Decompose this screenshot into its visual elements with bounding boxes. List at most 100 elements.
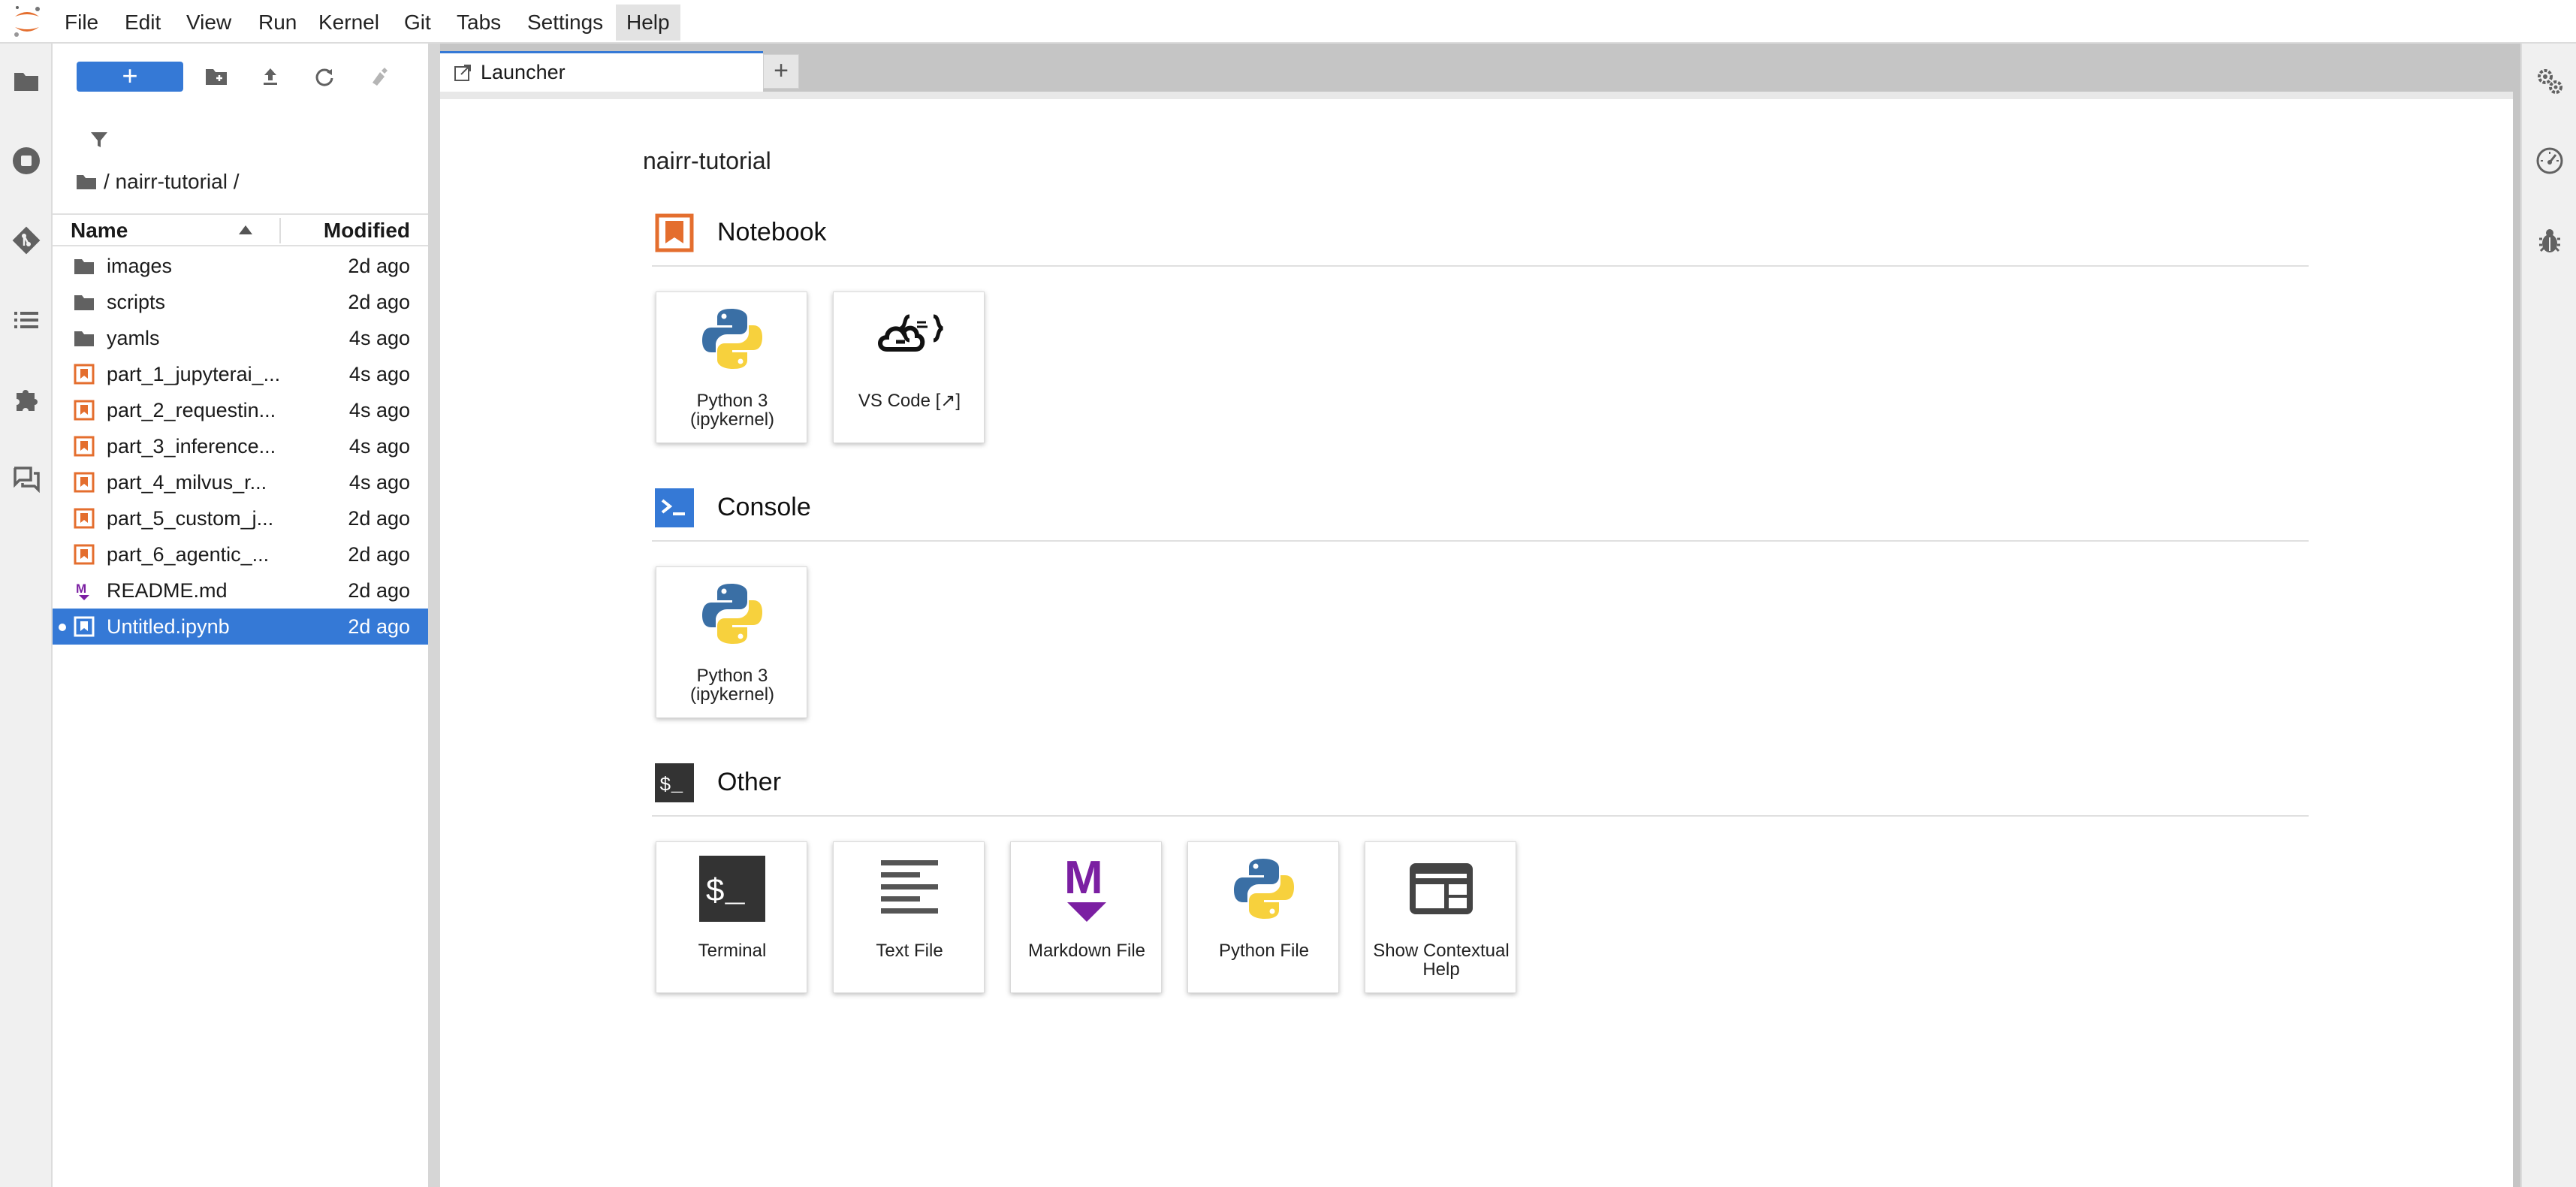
notebook-icon bbox=[74, 616, 95, 637]
file-modified: 4s ago bbox=[348, 471, 410, 494]
file-name: part_6_agentic_... bbox=[107, 543, 270, 566]
launcher-card-markdown-file[interactable]: M Markdown File bbox=[1010, 841, 1162, 993]
column-divider[interactable] bbox=[279, 218, 281, 243]
notebook-section-icon bbox=[655, 213, 694, 252]
console-section-icon bbox=[655, 488, 694, 527]
terminal-icon: $_ bbox=[695, 851, 770, 926]
folder-icon[interactable] bbox=[8, 63, 44, 99]
left-activity-bar bbox=[0, 44, 53, 1187]
card-label: Show Contextual Help bbox=[1373, 941, 1510, 980]
card-label: Text File bbox=[876, 941, 943, 961]
launcher-card-text-file[interactable]: Text File bbox=[833, 841, 985, 993]
svg-text:$_: $_ bbox=[705, 874, 745, 911]
python-icon bbox=[695, 576, 770, 651]
file-row[interactable]: part_6_agentic_... 2d ago bbox=[53, 536, 428, 572]
file-name: yamls bbox=[107, 327, 160, 349]
property-inspector-gears-icon[interactable] bbox=[2532, 63, 2568, 99]
file-name: part_4_milvus_r... bbox=[107, 471, 267, 494]
file-row[interactable]: scripts 2d ago bbox=[53, 284, 428, 320]
menu-settings[interactable]: Settings bbox=[517, 5, 614, 41]
markdown-icon: M bbox=[76, 581, 89, 600]
file-row[interactable]: images 2d ago bbox=[53, 248, 428, 284]
file-name: scripts bbox=[107, 291, 166, 313]
notebook-icon bbox=[74, 472, 95, 493]
file-row[interactable]: part_2_requestin... 4s ago bbox=[53, 392, 428, 428]
launcher-card-vscode[interactable]: VS Code [↗] bbox=[833, 291, 985, 443]
debugger-bug-icon[interactable] bbox=[2532, 222, 2568, 258]
column-name-header[interactable]: Name bbox=[71, 215, 128, 248]
file-modified: 4s ago bbox=[348, 435, 410, 458]
file-name: README.md bbox=[107, 579, 228, 602]
file-modified: 2d ago bbox=[348, 291, 410, 313]
file-name: part_5_custom_j... bbox=[107, 507, 274, 530]
git-icon[interactable] bbox=[8, 222, 44, 258]
launcher-card-contextual-help[interactable]: Show Contextual Help bbox=[1365, 841, 1516, 993]
menu-tabs[interactable]: Tabs bbox=[446, 5, 511, 41]
file-row[interactable]: yamls 4s ago bbox=[53, 320, 428, 356]
menu-git[interactable]: Git bbox=[394, 5, 442, 41]
menu-edit[interactable]: Edit bbox=[114, 5, 171, 41]
file-modified: 2d ago bbox=[348, 507, 410, 530]
launcher-icon bbox=[454, 65, 471, 81]
file-modified: 2d ago bbox=[348, 255, 410, 277]
new-launcher-button[interactable]: + bbox=[77, 62, 183, 92]
file-row-selected[interactable]: Untitled.ipynb 2d ago bbox=[53, 609, 428, 645]
column-modified-header[interactable]: Modified bbox=[324, 215, 410, 248]
file-modified: 2d ago bbox=[348, 615, 410, 638]
menu-help[interactable]: Help bbox=[616, 5, 680, 41]
section-title-other: Other bbox=[717, 768, 782, 796]
notebook-icon bbox=[74, 364, 95, 385]
launcher-card-terminal[interactable]: $_ Terminal bbox=[656, 841, 807, 993]
file-row[interactable]: part_5_custom_j... 2d ago bbox=[53, 500, 428, 536]
card-label: Python 3 (ipykernel) bbox=[689, 666, 775, 705]
file-name: part_2_requestin... bbox=[107, 399, 276, 421]
section-title-console: Console bbox=[717, 493, 811, 521]
file-list-header: Name Modified bbox=[53, 213, 428, 246]
running-stop-icon[interactable] bbox=[8, 143, 44, 179]
refresh-button[interactable] bbox=[308, 60, 341, 93]
tab-launcher[interactable]: Launcher bbox=[440, 51, 763, 92]
menu-bar: File Edit View Run Kernel Git Tabs Setti… bbox=[0, 0, 2576, 44]
new-folder-button[interactable] bbox=[200, 60, 233, 93]
breadcrumb[interactable]: / nairr-tutorial / bbox=[75, 167, 240, 197]
file-row[interactable]: part_1_jupyterai_... 4s ago bbox=[53, 356, 428, 392]
menu-view[interactable]: View bbox=[176, 5, 242, 41]
filter-icon[interactable] bbox=[83, 123, 116, 156]
file-name: part_1_jupyterai_... bbox=[107, 363, 281, 385]
file-row[interactable]: M README.md 2d ago bbox=[53, 572, 428, 609]
panel-resize-handle[interactable] bbox=[428, 44, 440, 1187]
launcher-card-python3-notebook[interactable]: Python 3 (ipykernel) bbox=[656, 291, 807, 443]
chat-icon[interactable] bbox=[8, 461, 44, 497]
section-title-notebook: Notebook bbox=[717, 218, 827, 246]
table-of-contents-icon[interactable] bbox=[8, 302, 44, 338]
resource-usage-gauge-icon[interactable] bbox=[2532, 143, 2568, 179]
menu-file[interactable]: File bbox=[54, 5, 109, 41]
file-modified: 4s ago bbox=[348, 399, 410, 421]
svg-text:$_: $_ bbox=[659, 774, 683, 796]
launcher-card-python3-console[interactable]: Python 3 (ipykernel) bbox=[656, 566, 807, 718]
add-tab-button[interactable]: + bbox=[763, 54, 799, 89]
clear-filter-button[interactable] bbox=[362, 60, 395, 93]
file-modified: 4s ago bbox=[348, 327, 410, 349]
menu-run[interactable]: Run bbox=[248, 5, 307, 41]
extension-icon[interactable] bbox=[8, 382, 44, 418]
breadcrumb-path[interactable]: / nairr-tutorial / bbox=[104, 167, 240, 197]
section-divider bbox=[652, 540, 2309, 542]
folder-icon bbox=[74, 259, 94, 274]
upload-button[interactable] bbox=[254, 60, 287, 93]
section-divider bbox=[652, 265, 2309, 267]
markdown-icon: M bbox=[1049, 851, 1124, 926]
notebook-icon bbox=[74, 436, 95, 457]
menu-kernel[interactable]: Kernel bbox=[308, 5, 390, 41]
file-row[interactable]: part_4_milvus_r... 4s ago bbox=[53, 464, 428, 500]
launcher-card-python-file[interactable]: Python File bbox=[1187, 841, 1339, 993]
file-row[interactable]: part_3_inference... 4s ago bbox=[53, 428, 428, 464]
jupyter-logo-icon bbox=[11, 5, 44, 39]
breadcrumb-folder-icon[interactable] bbox=[75, 173, 98, 191]
card-label: Markdown File bbox=[1027, 941, 1146, 961]
tab-label: Launcher bbox=[481, 61, 566, 83]
sort-ascending-icon bbox=[239, 225, 252, 234]
file-name: images bbox=[107, 255, 173, 277]
notebook-icon bbox=[74, 544, 95, 565]
svg-text:M: M bbox=[1064, 853, 1103, 904]
